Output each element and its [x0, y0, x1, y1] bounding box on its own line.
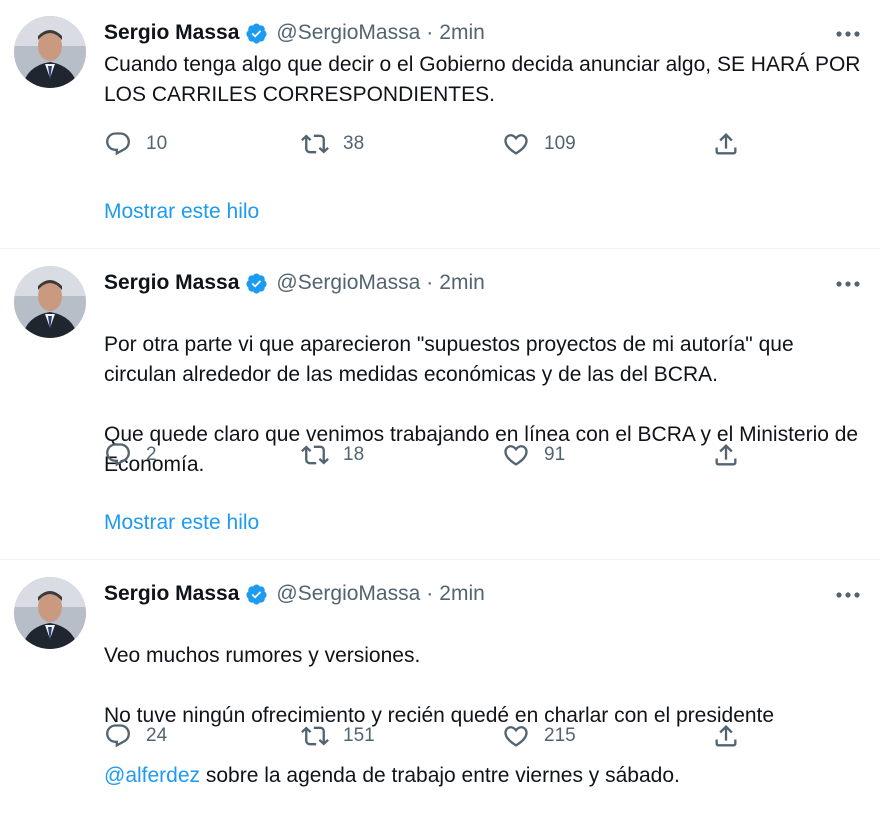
like-button[interactable]: 215	[502, 721, 576, 751]
share-icon	[715, 444, 737, 466]
avatar[interactable]	[14, 266, 86, 338]
tweet-header: Sergio Massa @SergioMassa · 2min	[104, 18, 485, 48]
retweet-count: 38	[343, 133, 365, 154]
reply-count: 10	[146, 133, 168, 154]
tweet-timestamp[interactable]: 2min	[439, 582, 485, 606]
avatar[interactable]	[14, 577, 86, 649]
tweet-actions: 24 151 215	[104, 721, 754, 751]
tweet-header: Sergio Massa @SergioMassa · 2min	[104, 268, 485, 298]
author-handle[interactable]: @SergioMassa	[276, 271, 420, 295]
share-button[interactable]	[712, 440, 740, 470]
separator-dot: ·	[426, 271, 434, 294]
author-name[interactable]: Sergio Massa	[104, 271, 239, 295]
tweet-text-fragment: sobre la agenda de trabajo entre viernes…	[200, 764, 680, 787]
retweet-icon	[301, 726, 329, 746]
reply-icon	[106, 443, 130, 467]
like-count: 91	[544, 444, 566, 465]
tweet-text-line: Veo muchos rumores y versiones.	[104, 644, 421, 667]
retweet-count: 151	[343, 725, 375, 746]
reply-count: 24	[146, 725, 168, 746]
like-button[interactable]: 91	[502, 440, 565, 470]
more-options-icon[interactable]	[828, 20, 868, 48]
tweet-header: Sergio Massa @SergioMassa · 2min	[104, 579, 485, 609]
show-thread-link[interactable]: Mostrar este hilo	[104, 200, 259, 224]
like-count: 109	[544, 133, 576, 154]
avatar[interactable]	[14, 16, 86, 88]
reply-button[interactable]: 10	[104, 129, 167, 159]
share-icon	[715, 725, 737, 747]
verified-badge-icon	[245, 22, 268, 45]
author-name[interactable]: Sergio Massa	[104, 582, 239, 606]
mention-link[interactable]: @alferdez	[104, 764, 200, 787]
like-icon	[504, 134, 528, 155]
tweet[interactable]: Sergio Massa @SergioMassa · 2min Veo muc…	[0, 561, 880, 787]
tweet-text: Por otra parte vi que aparecieron "supue…	[104, 300, 864, 510]
author-name[interactable]: Sergio Massa	[104, 21, 239, 45]
author-handle[interactable]: @SergioMassa	[276, 582, 420, 606]
tweet-divider	[0, 559, 880, 560]
retweet-button[interactable]: 18	[301, 440, 364, 470]
more-options-icon[interactable]	[828, 581, 868, 609]
tweet-text-paragraph: Por otra parte vi que aparecieron "supue…	[104, 333, 794, 386]
reply-button[interactable]: 2	[104, 440, 157, 470]
verified-badge-icon	[245, 272, 268, 295]
share-icon	[715, 133, 737, 155]
more-options-icon[interactable]	[828, 270, 868, 298]
avatar-image	[14, 266, 86, 338]
retweet-button[interactable]: 38	[301, 129, 364, 159]
tweet-actions: 10 38 109	[104, 129, 754, 159]
retweet-button[interactable]: 151	[301, 721, 375, 751]
retweet-icon	[301, 134, 329, 154]
tweet-text: Cuando tenga algo que decir o el Gobiern…	[104, 53, 861, 106]
reply-count: 2	[146, 444, 157, 465]
tweet-timestamp[interactable]: 2min	[439, 271, 485, 295]
like-icon	[504, 726, 528, 747]
like-icon	[504, 445, 528, 466]
tweet-text: Veo muchos rumores y versiones. No tuve …	[104, 611, 864, 821]
avatar-image	[14, 577, 86, 649]
share-button[interactable]	[712, 721, 740, 751]
share-button[interactable]	[712, 129, 740, 159]
show-thread-link[interactable]: Mostrar este hilo	[104, 511, 259, 535]
tweet-text-line: @alferdez sobre la agenda de trabajo ent…	[104, 761, 864, 791]
tweet[interactable]: Sergio Massa @SergioMassa · 2min Por otr…	[0, 250, 880, 558]
separator-dot: ·	[426, 582, 434, 605]
reply-button[interactable]: 24	[104, 721, 167, 751]
reply-icon	[106, 132, 130, 156]
like-count: 215	[544, 725, 576, 746]
tweet-actions: 2 18 91	[104, 440, 754, 470]
avatar-image	[14, 16, 86, 88]
tweet[interactable]: Sergio Massa @SergioMassa · 2min Cuando …	[0, 0, 880, 248]
reply-icon	[106, 724, 130, 748]
retweet-icon	[301, 445, 329, 465]
like-button[interactable]: 109	[502, 129, 576, 159]
separator-dot: ·	[426, 21, 434, 44]
tweet-timestamp[interactable]: 2min	[439, 21, 485, 45]
verified-badge-icon	[245, 583, 268, 606]
author-handle[interactable]: @SergioMassa	[276, 21, 420, 45]
retweet-count: 18	[343, 444, 365, 465]
tweet-divider	[0, 248, 880, 249]
